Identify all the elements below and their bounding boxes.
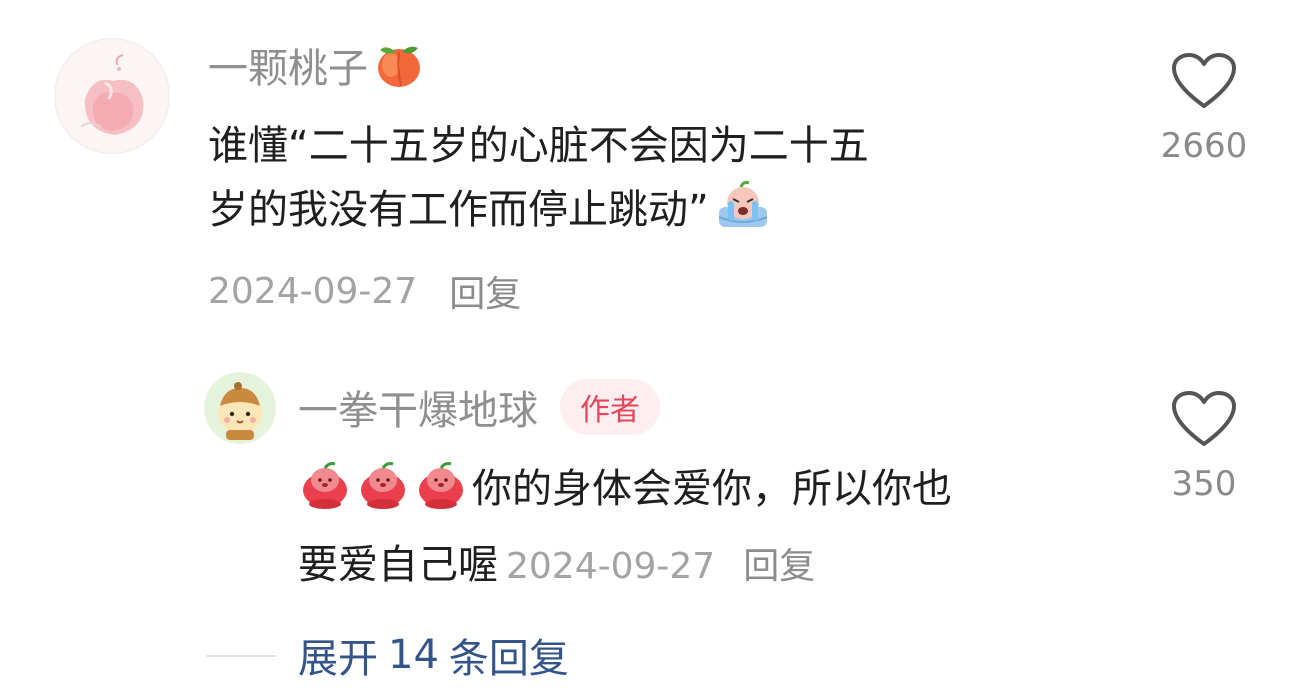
reply-text-content: 你的身体会爱你，所以你也	[472, 466, 952, 512]
character-avatar-image	[204, 372, 276, 444]
like-count: 2660	[1160, 126, 1248, 166]
apple-face-emoji-icon	[356, 460, 410, 532]
reply-button[interactable]: 回复	[449, 265, 521, 317]
like-control[interactable]: 2660	[1144, 52, 1264, 166]
expand-count[interactable]: 14	[388, 632, 439, 678]
heart-icon[interactable]	[1171, 52, 1237, 112]
reply-author-name[interactable]: 一拳干爆地球	[298, 378, 538, 436]
comment-text-line: 谁懂“二十五岁的心脏不会因为二十五	[208, 123, 869, 169]
comment-date: 2024-09-27	[208, 270, 418, 312]
reply-like-control[interactable]: 350	[1144, 390, 1264, 504]
reply-author[interactable]: 一拳干爆地球 作者	[298, 378, 660, 436]
peach-avatar-image	[55, 39, 169, 153]
heart-icon[interactable]	[1171, 390, 1237, 450]
avatar[interactable]	[54, 38, 170, 154]
reply-text-line-2: 要爱自己喔 2024-09-27 回复	[298, 532, 1118, 600]
comment-thread: 一颗桃子 谁懂“二十五岁的心脏不会因为二十五 岁的我没有工作而停止跳动” 202…	[0, 0, 1290, 696]
expand-replies-button[interactable]: 展开 14 条回复	[298, 626, 569, 684]
expand-divider	[206, 655, 276, 657]
peach-emoji-icon	[374, 40, 424, 90]
apple-face-emoji-icon	[414, 460, 468, 532]
reply-text-content-2: 要爱自己喔	[298, 542, 498, 588]
apple-face-emoji-icon	[298, 460, 352, 532]
comment-text: 谁懂“二十五岁的心脏不会因为二十五 岁的我没有工作而停止跳动”	[208, 114, 1128, 250]
comment-text-line-2: 岁的我没有工作而停止跳动”	[208, 178, 1128, 250]
author-badge: 作者	[560, 379, 660, 435]
expand-suffix[interactable]: 条回复	[449, 626, 569, 684]
crying-emoji-icon	[715, 181, 771, 250]
reply-text: 你的身体会爱你，所以你也 要爱自己喔 2024-09-27 回复	[298, 456, 1118, 600]
reply-like-count: 350	[1171, 464, 1237, 504]
reply-date: 2024-09-27	[506, 546, 716, 587]
comment-author[interactable]: 一颗桃子	[208, 38, 424, 92]
comment-meta: 2024-09-27 回复	[208, 266, 521, 316]
reply-reply-button[interactable]: 回复	[743, 546, 815, 587]
reply-meta: 2024-09-27 回复	[506, 546, 815, 587]
comment-text-line-content: 岁的我没有工作而停止跳动”	[208, 187, 709, 233]
author-name[interactable]: 一颗桃子	[208, 36, 368, 94]
reply-avatar[interactable]	[204, 372, 276, 444]
reply-text-line: 你的身体会爱你，所以你也	[298, 456, 1118, 532]
expand-prefix[interactable]: 展开	[298, 626, 378, 684]
